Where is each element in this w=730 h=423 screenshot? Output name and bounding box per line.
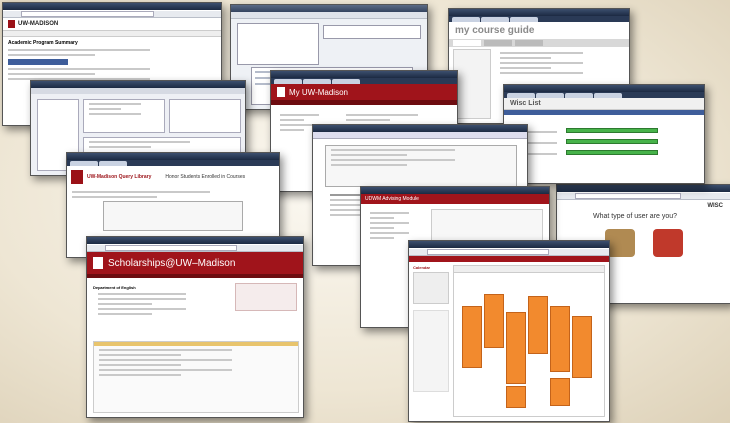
- advising-title: UDWM Advising Module: [365, 196, 419, 202]
- user-type-heading: What type of user are you?: [593, 213, 678, 220]
- window-wisc-list[interactable]: Wisc List: [503, 84, 705, 184]
- tab-find-courses[interactable]: [453, 40, 481, 46]
- scholarships-header: Scholarships@UW–Madison: [87, 252, 303, 274]
- uw-crest-icon: [277, 87, 285, 97]
- section-heading: Department of English: [93, 285, 136, 290]
- calendar-event[interactable]: [572, 316, 592, 378]
- calendar-event[interactable]: [550, 378, 570, 406]
- mini-calendar[interactable]: [413, 272, 449, 304]
- tab-saved[interactable]: [484, 40, 512, 46]
- search-button[interactable]: [8, 59, 68, 65]
- my-uw-header: My UW-Madison: [271, 84, 457, 100]
- brand-logo: WISC: [707, 203, 723, 209]
- wisc-list-logo: Wisc List: [504, 98, 704, 110]
- calendar-event[interactable]: [506, 386, 526, 408]
- uw-logo: UW-MADISON: [3, 18, 221, 30]
- uw-crest-icon: [93, 257, 103, 269]
- calendar-event[interactable]: [506, 312, 526, 384]
- calendar-event[interactable]: [484, 294, 504, 348]
- calendar-event[interactable]: [528, 296, 548, 354]
- calendar-event[interactable]: [550, 306, 570, 372]
- uw-crest-icon: [8, 20, 15, 28]
- window-calendar[interactable]: Calendar: [408, 240, 610, 422]
- my-uw-title: My UW-Madison: [289, 87, 348, 97]
- title-bar: [3, 3, 221, 10]
- address-bar[interactable]: [3, 11, 221, 18]
- page-subtitle: Honor Students Enrolled in Courses: [165, 174, 246, 180]
- logo-text: UW-MADISON: [18, 21, 59, 27]
- calendar-title: Calendar: [413, 265, 431, 270]
- calendar-event[interactable]: [462, 306, 482, 368]
- tab-plan[interactable]: [515, 40, 543, 46]
- course-guide-logo: my course guide: [455, 25, 535, 36]
- progress-bar: [566, 128, 658, 133]
- scholarships-title: Scholarships@UW–Madison: [108, 257, 236, 269]
- window-scholarships[interactable]: Scholarships@UW–Madison Department of En…: [86, 236, 304, 418]
- page-title: Academic Program Summary: [8, 40, 78, 46]
- teacher-apple-icon[interactable]: [653, 229, 683, 257]
- progress-bar: [566, 139, 658, 144]
- uw-crest-icon: [71, 170, 83, 184]
- progress-bar: [566, 150, 658, 155]
- library-title: UW-Madison Query Library: [87, 174, 152, 180]
